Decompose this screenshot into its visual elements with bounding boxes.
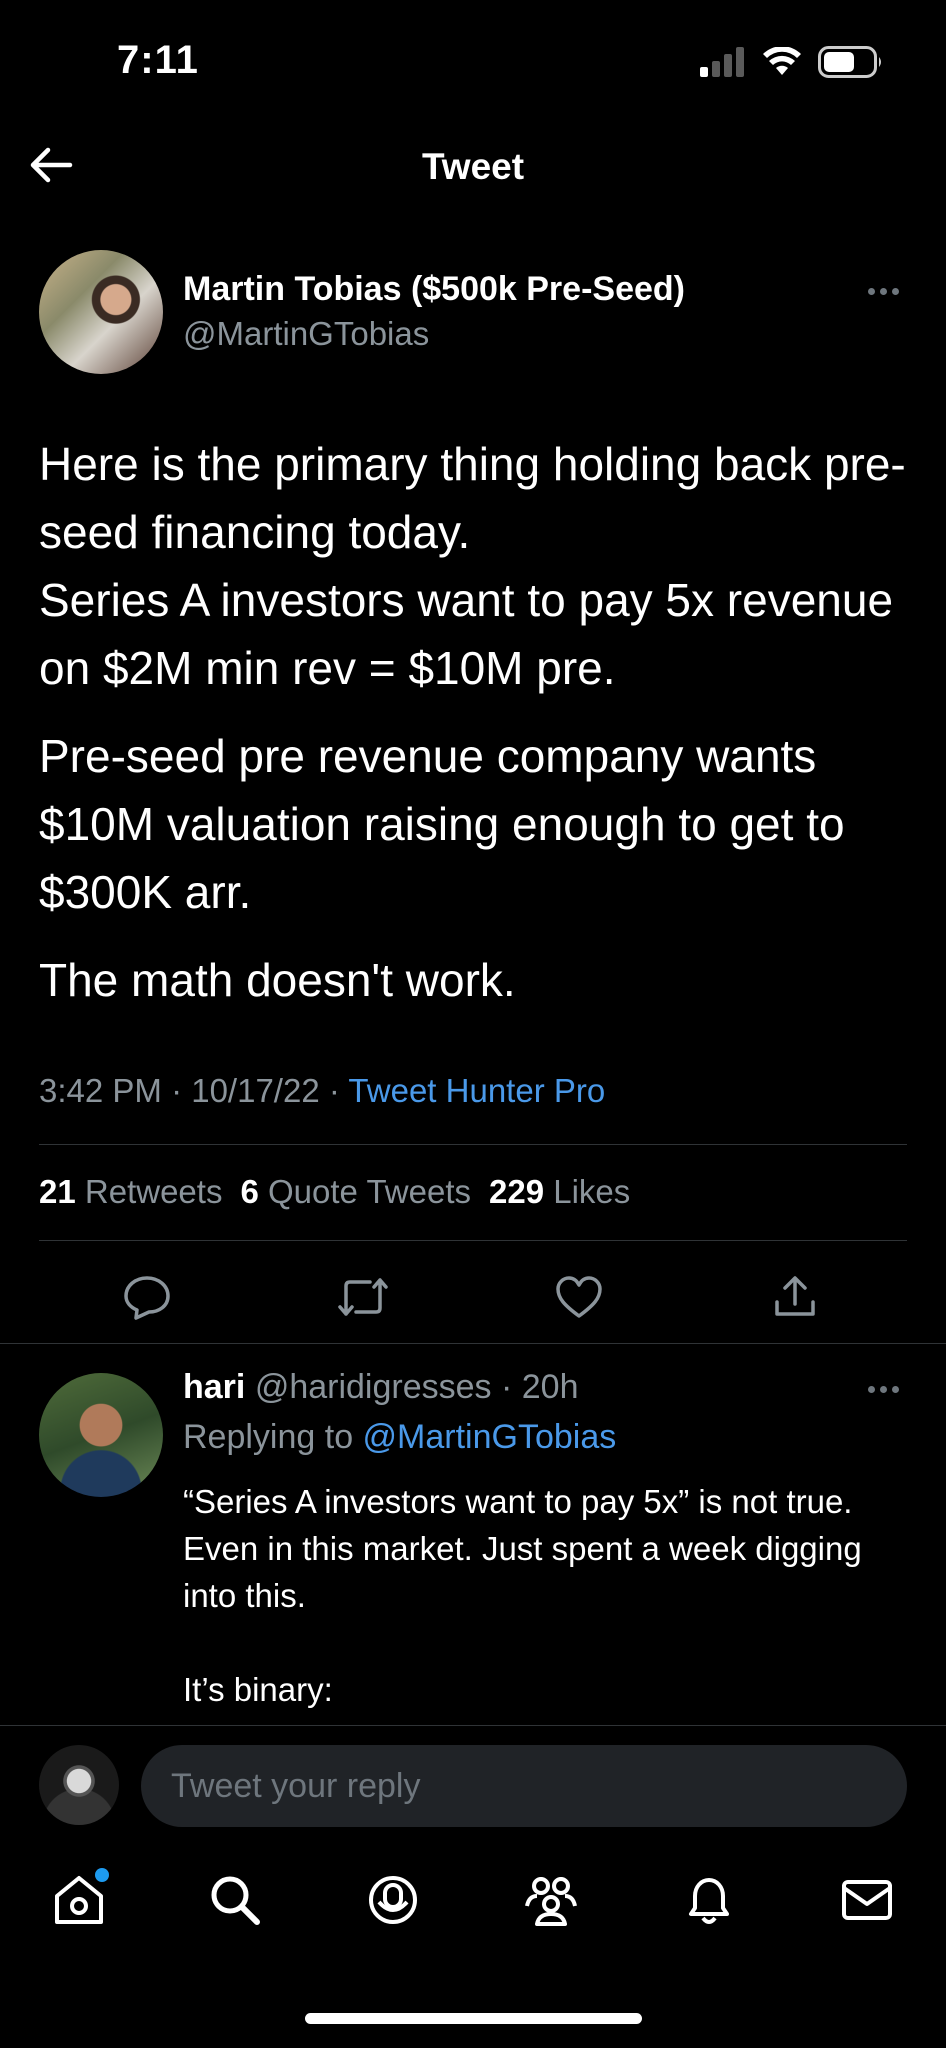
search-icon bbox=[211, 1876, 260, 1925]
cellular-signal-icon bbox=[700, 47, 744, 77]
divider bbox=[0, 1725, 946, 1726]
tweet-stats: 21 Retweets 6 Quote Tweets 229 Likes bbox=[39, 1173, 630, 1211]
quotes-label: Quote Tweets bbox=[267, 1173, 471, 1210]
divider bbox=[0, 1343, 946, 1344]
tab-messages[interactable] bbox=[835, 1868, 899, 1932]
reply-text: “Series A investors want to pay 5x” is n… bbox=[183, 1478, 903, 1760]
like-icon bbox=[556, 1276, 602, 1318]
reply-header: hari @haridigresses · 20h bbox=[183, 1368, 578, 1407]
more-dot-icon bbox=[892, 288, 899, 295]
retweets-stat[interactable]: 21 Retweets bbox=[39, 1173, 222, 1210]
status-bar: 7:11 bbox=[0, 0, 946, 120]
tab-home[interactable] bbox=[47, 1868, 111, 1932]
notification-dot bbox=[95, 1868, 109, 1882]
retweet-icon bbox=[338, 1278, 388, 1316]
reply-icon bbox=[124, 1276, 170, 1320]
author-handle[interactable]: @MartinGTobias bbox=[183, 315, 429, 353]
tweet-timestamp: 3:42 PM · 10/17/22 · bbox=[39, 1072, 349, 1109]
tweet-text: Here is the primary thing holding back p… bbox=[39, 430, 909, 1034]
like-button[interactable] bbox=[552, 1270, 606, 1324]
retweets-label: Retweets bbox=[84, 1173, 223, 1210]
reply-input[interactable] bbox=[141, 1745, 907, 1827]
retweet-button[interactable] bbox=[336, 1270, 390, 1324]
notifications-icon bbox=[689, 1878, 729, 1924]
likes-count: 229 bbox=[489, 1173, 545, 1210]
divider bbox=[39, 1240, 907, 1241]
tab-bar bbox=[0, 1850, 946, 1960]
reply-more-button[interactable] bbox=[868, 1386, 899, 1393]
more-dot-icon bbox=[868, 288, 875, 295]
likes-stat[interactable]: 229 Likes bbox=[489, 1173, 630, 1210]
reply-author-name[interactable]: hari bbox=[183, 1368, 245, 1406]
spaces-icon bbox=[369, 1876, 417, 1924]
tab-spaces[interactable] bbox=[361, 1868, 425, 1932]
tab-notifications[interactable] bbox=[677, 1868, 741, 1932]
reply-handle-time: @haridigresses · 20h bbox=[254, 1368, 579, 1406]
reply-button[interactable] bbox=[120, 1270, 174, 1324]
tweet-source-link[interactable]: Tweet Hunter Pro bbox=[348, 1072, 605, 1109]
status-icons bbox=[700, 46, 884, 78]
more-dot-icon bbox=[880, 288, 887, 295]
tweet-more-button[interactable] bbox=[868, 288, 899, 295]
retweets-count: 21 bbox=[39, 1173, 76, 1210]
battery-icon bbox=[818, 46, 881, 78]
more-dot-icon bbox=[892, 1386, 899, 1393]
quotes-stat[interactable]: 6 Quote Tweets bbox=[240, 1173, 471, 1210]
tweet-paragraph: Pre-seed pre revenue company wants $10M … bbox=[39, 730, 845, 918]
replying-mention-link[interactable]: @MartinGTobias bbox=[363, 1418, 617, 1456]
reply-paragraph: “Series A investors want to pay 5x” is n… bbox=[183, 1483, 862, 1614]
tweet-actions bbox=[0, 1260, 946, 1330]
messages-icon bbox=[842, 1880, 892, 1920]
share-icon bbox=[775, 1276, 815, 1316]
tweet-meta: 3:42 PM · 10/17/22 · Tweet Hunter Pro bbox=[39, 1072, 605, 1110]
reply-author-avatar[interactable] bbox=[39, 1373, 163, 1497]
quotes-count: 6 bbox=[240, 1173, 259, 1210]
tab-communities[interactable] bbox=[519, 1868, 583, 1932]
reply-paragraph: It’s binary: bbox=[183, 1671, 333, 1708]
page-title: Tweet bbox=[421, 146, 525, 187]
divider bbox=[39, 1144, 907, 1145]
status-time: 7:11 bbox=[117, 38, 199, 82]
share-button[interactable] bbox=[768, 1270, 822, 1324]
tweet-paragraph: Here is the primary thing holding back p… bbox=[39, 438, 906, 694]
tab-search[interactable] bbox=[203, 1868, 267, 1932]
communities-icon bbox=[525, 1877, 577, 1926]
author-name[interactable]: Martin Tobias ($500k Pre-Seed) bbox=[183, 270, 685, 309]
replying-to: Replying to @MartinGTobias bbox=[183, 1418, 616, 1457]
current-user-avatar bbox=[39, 1745, 119, 1825]
more-dot-icon bbox=[880, 1386, 887, 1393]
tweet-paragraph: The math doesn't work. bbox=[39, 954, 516, 1006]
wifi-icon bbox=[763, 47, 801, 75]
replying-prefix: Replying to bbox=[183, 1418, 363, 1456]
author-avatar[interactable] bbox=[39, 250, 163, 374]
nav-bar: Tweet bbox=[0, 130, 946, 210]
likes-label: Likes bbox=[553, 1173, 631, 1210]
more-dot-icon bbox=[868, 1386, 875, 1393]
home-indicator bbox=[305, 2013, 642, 2024]
